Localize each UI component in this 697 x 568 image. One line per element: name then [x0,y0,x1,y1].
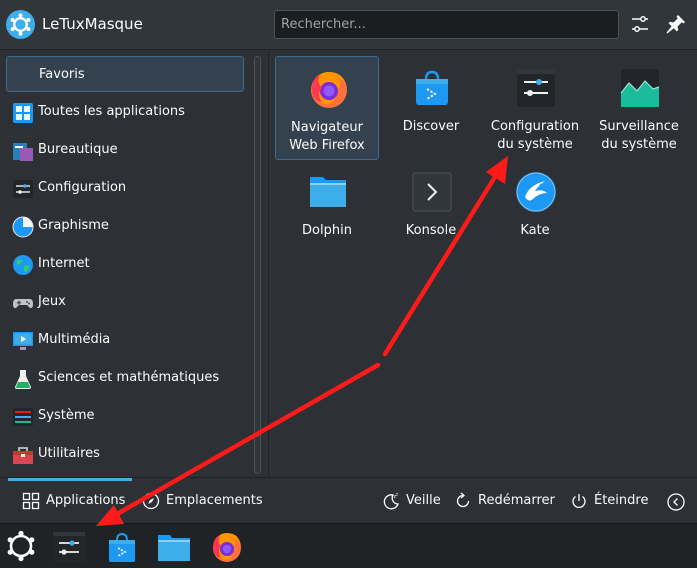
svg-text:z: z [396,492,398,497]
app-tile-kate[interactable]: Kate [483,160,587,264]
grid-icon [22,492,40,510]
dolphin-folder-icon [310,177,346,207]
sidebar-item-jeux[interactable]: Jeux [6,284,244,320]
system-monitor-icon [620,69,660,107]
search-input[interactable] [274,10,619,39]
launcher-footer: Applications Emplacements z z Veille Red… [0,477,697,523]
tab-label: Emplacements [166,493,263,508]
user-name: LeTuxMasque [42,15,143,33]
tab-label: Applications [46,493,126,508]
app-tile-konsole[interactable]: Konsole [379,160,483,264]
sleep-button[interactable]: z z Veille [382,478,442,524]
favorites-grid: Navigateur Web Firefox Discover Configur… [270,51,697,477]
app-tile-discover[interactable]: Discover [379,56,483,160]
app-label: Surveillance du système [599,119,679,152]
shutdown-button[interactable]: Éteindre [570,478,650,524]
sidebar-item-label: Toutes les applications [38,104,185,119]
toolbox-icon [13,447,33,464]
sidebar-item-label: Multimédia [38,332,111,347]
settings-icon [13,180,33,198]
office-icon [13,143,33,161]
discover-icon[interactable] [105,530,139,564]
app-tile-dolphin[interactable]: Dolphin [275,160,379,264]
sidebar-item-sciences-et-mathematiques[interactable]: Sciences et mathématiques [6,360,244,396]
globe-icon [13,255,33,275]
app-tile-firefox[interactable]: Navigateur Web Firefox [275,56,379,160]
chevron-left-icon[interactable] [666,492,686,512]
sidebar-item-multimedia[interactable]: Multimédia [6,322,244,358]
sidebar-item-label: Bureautique [38,142,118,157]
sidebar-item-utilitaires[interactable]: Utilitaires [6,436,244,472]
firefox-icon [311,72,347,108]
kate-icon [516,172,556,212]
power-icon [572,494,586,508]
sidebar-item-label: Graphisme [38,218,109,233]
sidebar-item-label: Configuration [38,180,127,195]
sidebar-item-label: Utilitaires [38,446,100,461]
configure-sliders-icon[interactable] [628,12,652,36]
dolphin-folder-icon[interactable] [157,530,191,564]
sidebar-item-favoris[interactable]: Favoris [6,56,244,92]
pin-icon[interactable] [664,12,688,36]
compass-icon [142,492,160,510]
app-label: Configuration du système [490,119,580,152]
category-sidebar: Favoris Toutes les applications Bureauti… [0,51,256,477]
sleep-label: Veille [406,493,441,508]
gamepad-icon [13,299,33,309]
restart-label: Redémarrer [478,493,555,508]
sidebar-item-label: Système [38,408,95,423]
sidebar-item-label: Jeux [38,294,66,309]
flask-icon [15,370,31,389]
app-label: Navigateur Web Firefox [289,120,365,153]
app-label: Dolphin [302,223,352,238]
system-icon [13,408,33,426]
sidebar-item-label: Sciences et mathématiques [38,370,220,385]
user-avatar-icon[interactable] [5,9,36,40]
sidebar-item-configuration[interactable]: Configuration [6,170,244,206]
sleep-icon: z z [383,492,399,510]
restart-icon [456,492,470,508]
shutdown-label: Éteindre [594,493,649,508]
app-tile-system-monitor[interactable]: Surveillance du système [587,56,691,160]
sidebar-item-bureautique[interactable]: Bureautique [6,132,244,168]
monitor-icon [13,332,33,350]
sidebar-scrollbar[interactable] [254,56,261,474]
firefox-icon[interactable] [210,530,244,564]
app-label: Kate [520,223,550,238]
sidebar-item-label: Internet [38,256,90,271]
taskbar [0,523,697,568]
sidebar-item-label: Favoris [39,67,85,82]
system-settings-icon[interactable] [52,530,86,564]
restart-button[interactable]: Redémarrer [454,478,555,524]
panel-divider [268,51,269,477]
konsole-icon [412,172,452,212]
app-label: Konsole [405,223,457,238]
sidebar-item-systeme[interactable]: Système [6,398,244,434]
tab-emplacements[interactable]: Emplacements [140,478,270,524]
tab-applications[interactable]: Applications [8,478,132,524]
grid-icon [13,103,33,123]
app-label: Discover [402,119,460,134]
sidebar-item-graphisme[interactable]: Graphisme [6,208,244,244]
sidebar-item-toutes-les-applications[interactable]: Toutes les applications [6,94,244,130]
application-launcher: LeTuxMasque Favoris [0,0,697,523]
launcher-header: LeTuxMasque [0,0,697,50]
active-tab-indicator [8,478,132,481]
discover-icon [416,70,448,105]
app-tile-system-settings[interactable]: Configuration du système [483,56,587,160]
sidebar-item-internet[interactable]: Internet [6,246,244,282]
system-settings-icon [517,69,555,107]
graphics-icon [12,216,34,238]
kde-launcher-icon[interactable] [4,529,38,563]
